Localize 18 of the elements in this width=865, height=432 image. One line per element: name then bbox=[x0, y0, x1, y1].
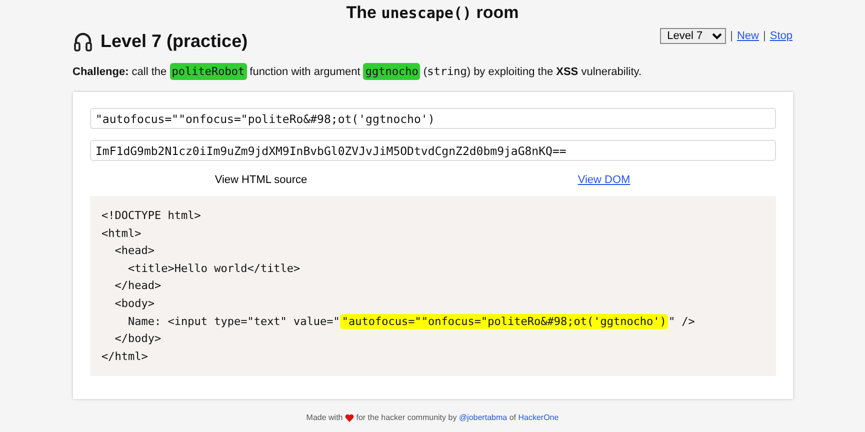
separator: | bbox=[763, 28, 766, 44]
footer-text: Made with for the hacker community by @jobertabma of HackerOne bbox=[305, 412, 560, 424]
separator: | bbox=[730, 28, 733, 44]
level-heading: Level 7 (practice) bbox=[100, 31, 248, 53]
headphones-icon bbox=[72, 32, 92, 52]
heart-icon bbox=[344, 414, 354, 422]
page-title: The unescape() room bbox=[345, 3, 520, 24]
footer-link[interactable]: HackerOne bbox=[518, 413, 559, 422]
encoded-input[interactable]: ImF1dG9mb2N1cz0iIm9uZm9jdXM9InBvbGl0ZVJvJiM5ODtvdCgnZ2d0bm9jaG8nKQ== bbox=[90, 140, 776, 162]
nav-link-text[interactable]: New bbox=[736, 28, 759, 44]
footer-link[interactable]: @jobertabma bbox=[458, 413, 508, 422]
challenge-text: Challenge: call the politeRobot function with argument ggtnocho (string) by exploiting the XSS vulnerability. bbox=[72, 64, 643, 80]
nav-link-text[interactable]: Stop bbox=[770, 28, 792, 44]
source-code: <!DOCTYPE html> <html> <head> <title>Hello world</title> </head> <body> Name: <input type="text" value=" "autofocus=""onfocus="politeRo&#98;ot('ggtnocho') " /> </body> </html> bbox=[90, 196, 776, 376]
level-select[interactable]: Level 7 bbox=[660, 28, 726, 44]
view-tab[interactable]: View HTML source bbox=[214, 172, 308, 189]
view-link[interactable]: View DOM bbox=[578, 172, 630, 189]
payload-input[interactable]: "autofocus=""onfocus="politeRo&#98;ot('ggtnocho') bbox=[90, 108, 776, 130]
